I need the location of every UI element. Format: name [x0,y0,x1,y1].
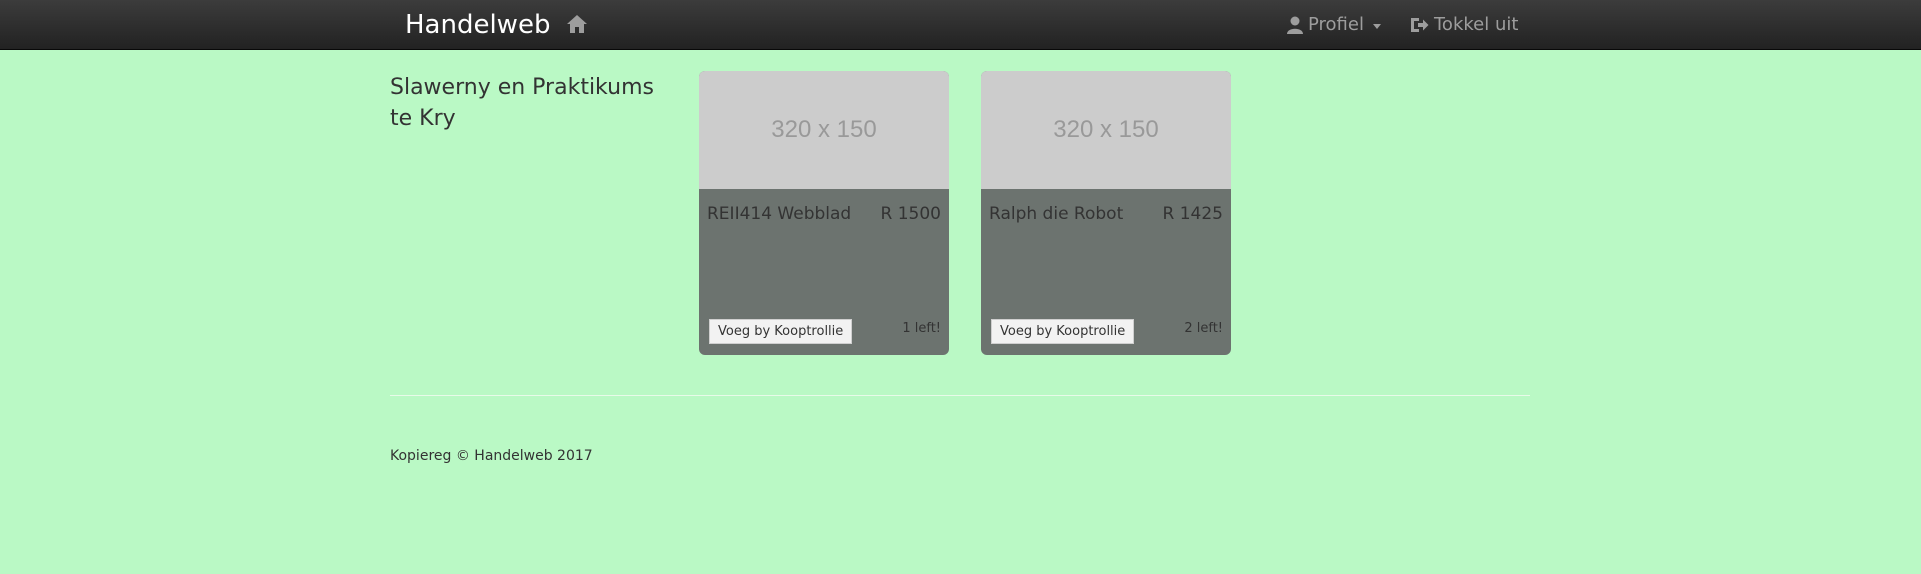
stock-label: 2 left! [1184,321,1223,336]
product-card: 320 x 150 REII414 Webblad R 1500 Voeg by… [699,71,949,355]
footer-divider [390,395,1530,396]
product-image: 320 x 150 [981,71,1231,189]
brand-link[interactable]: Handelweb [405,9,550,41]
stock-label: 1 left! [902,321,941,336]
user-icon [1287,16,1303,34]
add-to-cart-button[interactable]: Voeg by Kooptrollie [709,319,853,344]
add-to-cart-button[interactable]: Voeg by Kooptrollie [991,319,1135,344]
profile-dropdown[interactable]: Profiel [1287,13,1381,37]
product-image: 320 x 150 [699,71,949,189]
product-title: REII414 Webblad [707,204,852,224]
profile-label: Profiel [1308,14,1364,35]
product-title: Ralph die Robot [989,204,1124,224]
product-price: R 1500 [880,204,941,224]
caret-down-icon [1372,23,1381,29]
product-price: R 1425 [1162,204,1223,224]
home-icon[interactable] [566,14,588,34]
top-navbar: Handelweb Profiel Tokkel uit [0,0,1921,50]
logout-link[interactable]: Tokkel uit [1410,13,1518,37]
logout-icon [1411,18,1429,32]
product-card: 320 x 150 Ralph die Robot R 1425 Voeg by… [981,71,1231,355]
copyright-text: Kopiereg © Handelweb 2017 [390,448,593,464]
sidebar-heading: Slawerny en Praktikums te Kry [390,75,654,131]
logout-label: Tokkel uit [1434,14,1519,35]
